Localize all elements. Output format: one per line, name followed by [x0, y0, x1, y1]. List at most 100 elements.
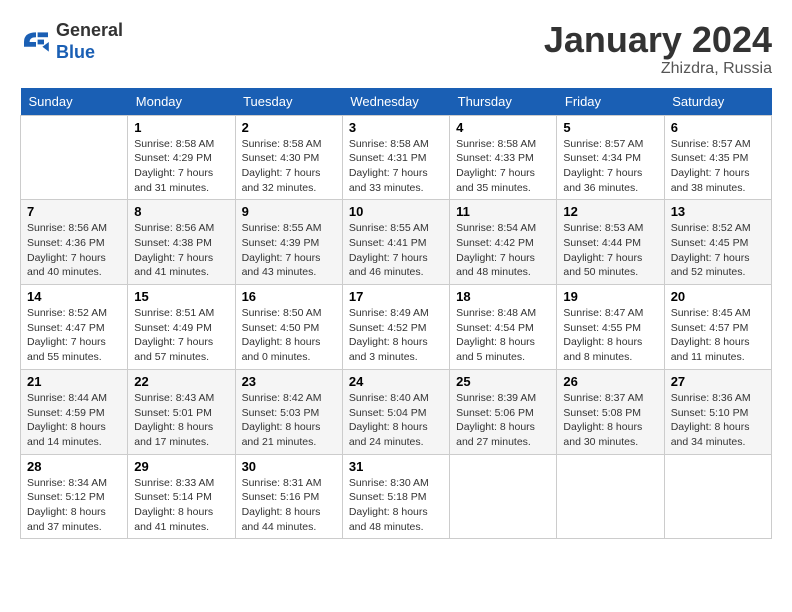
- day-info: Sunrise: 8:37 AMSunset: 5:08 PMDaylight:…: [563, 391, 657, 450]
- day-number: 14: [27, 289, 121, 304]
- calendar-cell: 20Sunrise: 8:45 AMSunset: 4:57 PMDayligh…: [664, 285, 771, 370]
- day-info: Sunrise: 8:34 AMSunset: 5:12 PMDaylight:…: [27, 476, 121, 535]
- day-number: 30: [242, 459, 336, 474]
- day-info: Sunrise: 8:58 AMSunset: 4:30 PMDaylight:…: [242, 137, 336, 196]
- day-info: Sunrise: 8:52 AMSunset: 4:45 PMDaylight:…: [671, 221, 765, 280]
- calendar-cell: 3Sunrise: 8:58 AMSunset: 4:31 PMDaylight…: [342, 115, 449, 200]
- day-info: Sunrise: 8:50 AMSunset: 4:50 PMDaylight:…: [242, 306, 336, 365]
- day-number: 1: [134, 120, 228, 135]
- calendar-header-row: SundayMondayTuesdayWednesdayThursdayFrid…: [21, 88, 772, 116]
- day-info: Sunrise: 8:55 AMSunset: 4:41 PMDaylight:…: [349, 221, 443, 280]
- logo-blue-text: Blue: [56, 42, 123, 64]
- calendar-cell: 31 Sunrise: 8:30 AMSunset: 5:18 PMDayligh…: [342, 454, 449, 539]
- calendar-week-1: 1 Sunrise: 8:58 AMSunset: 4:29 PMDaylight…: [21, 115, 772, 200]
- logo-icon: [20, 26, 52, 58]
- day-number: 6: [671, 120, 765, 135]
- calendar-cell: 27 Sunrise: 8:36 AMSunset: 5:10 PMDayligh…: [664, 369, 771, 454]
- header-day-thursday: Thursday: [450, 88, 557, 116]
- day-info: Sunrise: 8:42 AMSunset: 5:03 PMDaylight:…: [242, 391, 336, 450]
- day-number: 31: [349, 459, 443, 474]
- day-info: Sunrise: 8:58 AMSunset: 4:33 PMDaylight:…: [456, 137, 550, 196]
- calendar-cell: 11 Sunrise: 8:54 AMSunset: 4:42 PMDayligh…: [450, 200, 557, 285]
- day-number: 7: [27, 204, 121, 219]
- day-number: 25: [456, 374, 550, 389]
- day-number: 18: [456, 289, 550, 304]
- day-number: 13: [671, 204, 765, 219]
- title-block: January 2024 Zhizdra, Russia: [544, 20, 772, 78]
- month-title: January 2024: [544, 20, 772, 60]
- header-day-tuesday: Tuesday: [235, 88, 342, 116]
- day-number: 26: [563, 374, 657, 389]
- day-number: 4: [456, 120, 550, 135]
- day-number: 20: [671, 289, 765, 304]
- calendar-cell: 12 Sunrise: 8:53 AMSunset: 4:44 PMDayligh…: [557, 200, 664, 285]
- location-subtitle: Zhizdra, Russia: [544, 60, 772, 78]
- day-number: 24: [349, 374, 443, 389]
- day-info: Sunrise: 8:54 AMSunset: 4:42 PMDaylight:…: [456, 221, 550, 280]
- day-info: Sunrise: 8:36 AMSunset: 5:10 PMDaylight:…: [671, 391, 765, 450]
- calendar-cell: 17 Sunrise: 8:49 AMSunset: 4:52 PMDayligh…: [342, 285, 449, 370]
- day-number: 28: [27, 459, 121, 474]
- day-info: Sunrise: 8:56 AMSunset: 4:38 PMDaylight:…: [134, 221, 228, 280]
- header-day-friday: Friday: [557, 88, 664, 116]
- calendar-cell: 13 Sunrise: 8:52 AMSunset: 4:45 PMDayligh…: [664, 200, 771, 285]
- calendar-cell: 4 Sunrise: 8:58 AMSunset: 4:33 PMDaylight…: [450, 115, 557, 200]
- day-info: Sunrise: 8:52 AMSunset: 4:47 PMDaylight:…: [27, 306, 121, 365]
- day-info: Sunrise: 8:49 AMSunset: 4:52 PMDaylight:…: [349, 306, 443, 365]
- calendar-cell: 18 Sunrise: 8:48 AMSunset: 4:54 PMDayligh…: [450, 285, 557, 370]
- logo: General Blue: [20, 20, 123, 63]
- day-number: 12: [563, 204, 657, 219]
- day-number: 16: [242, 289, 336, 304]
- day-number: 11: [456, 204, 550, 219]
- calendar-cell: 29 Sunrise: 8:33 AMSunset: 5:14 PMDayligh…: [128, 454, 235, 539]
- calendar-cell: 19 Sunrise: 8:47 AMSunset: 4:55 PMDayligh…: [557, 285, 664, 370]
- day-number: 9: [242, 204, 336, 219]
- header-day-wednesday: Wednesday: [342, 88, 449, 116]
- day-info: Sunrise: 8:44 AMSunset: 4:59 PMDaylight:…: [27, 391, 121, 450]
- calendar-cell: [664, 454, 771, 539]
- day-number: 23: [242, 374, 336, 389]
- calendar-cell: 7 Sunrise: 8:56 AMSunset: 4:36 PMDaylight…: [21, 200, 128, 285]
- day-number: 27: [671, 374, 765, 389]
- day-info: Sunrise: 8:56 AMSunset: 4:36 PMDaylight:…: [27, 221, 121, 280]
- day-info: Sunrise: 8:47 AMSunset: 4:55 PMDaylight:…: [563, 306, 657, 365]
- day-info: Sunrise: 8:48 AMSunset: 4:54 PMDaylight:…: [456, 306, 550, 365]
- day-info: Sunrise: 8:58 AMSunset: 4:29 PMDaylight:…: [134, 137, 228, 196]
- calendar-cell: 26 Sunrise: 8:37 AMSunset: 5:08 PMDayligh…: [557, 369, 664, 454]
- calendar-cell: 14 Sunrise: 8:52 AMSunset: 4:47 PMDayligh…: [21, 285, 128, 370]
- calendar-cell: 5Sunrise: 8:57 AMSunset: 4:34 PMDaylight…: [557, 115, 664, 200]
- day-info: Sunrise: 8:31 AMSunset: 5:16 PMDaylight:…: [242, 476, 336, 535]
- day-info: Sunrise: 8:30 AMSunset: 5:18 PMDaylight:…: [349, 476, 443, 535]
- calendar-cell: 30 Sunrise: 8:31 AMSunset: 5:16 PMDayligh…: [235, 454, 342, 539]
- day-info: Sunrise: 8:33 AMSunset: 5:14 PMDaylight:…: [134, 476, 228, 535]
- calendar-cell: 10Sunrise: 8:55 AMSunset: 4:41 PMDayligh…: [342, 200, 449, 285]
- logo-general-text: General: [56, 20, 123, 42]
- day-number: 17: [349, 289, 443, 304]
- calendar-cell: 2 Sunrise: 8:58 AMSunset: 4:30 PMDaylight…: [235, 115, 342, 200]
- calendar-cell: [21, 115, 128, 200]
- day-number: 5: [563, 120, 657, 135]
- day-number: 22: [134, 374, 228, 389]
- calendar-cell: 21Sunrise: 8:44 AMSunset: 4:59 PMDayligh…: [21, 369, 128, 454]
- day-info: Sunrise: 8:58 AMSunset: 4:31 PMDaylight:…: [349, 137, 443, 196]
- calendar-cell: [557, 454, 664, 539]
- calendar-cell: 16 Sunrise: 8:50 AMSunset: 4:50 PMDayligh…: [235, 285, 342, 370]
- day-number: 19: [563, 289, 657, 304]
- calendar-cell: 1 Sunrise: 8:58 AMSunset: 4:29 PMDaylight…: [128, 115, 235, 200]
- page-header: General Blue January 2024 Zhizdra, Russi…: [20, 20, 772, 78]
- calendar-cell: 24 Sunrise: 8:40 AMSunset: 5:04 PMDayligh…: [342, 369, 449, 454]
- day-info: Sunrise: 8:43 AMSunset: 5:01 PMDaylight:…: [134, 391, 228, 450]
- calendar-cell: 9Sunrise: 8:55 AMSunset: 4:39 PMDaylight…: [235, 200, 342, 285]
- day-number: 29: [134, 459, 228, 474]
- day-number: 15: [134, 289, 228, 304]
- calendar-week-2: 7 Sunrise: 8:56 AMSunset: 4:36 PMDaylight…: [21, 200, 772, 285]
- day-info: Sunrise: 8:57 AMSunset: 4:35 PMDaylight:…: [671, 137, 765, 196]
- day-info: Sunrise: 8:53 AMSunset: 4:44 PMDaylight:…: [563, 221, 657, 280]
- day-info: Sunrise: 8:39 AMSunset: 5:06 PMDaylight:…: [456, 391, 550, 450]
- day-number: 8: [134, 204, 228, 219]
- day-number: 2: [242, 120, 336, 135]
- day-info: Sunrise: 8:40 AMSunset: 5:04 PMDaylight:…: [349, 391, 443, 450]
- header-day-saturday: Saturday: [664, 88, 771, 116]
- calendar-week-3: 14 Sunrise: 8:52 AMSunset: 4:47 PMDayligh…: [21, 285, 772, 370]
- header-day-monday: Monday: [128, 88, 235, 116]
